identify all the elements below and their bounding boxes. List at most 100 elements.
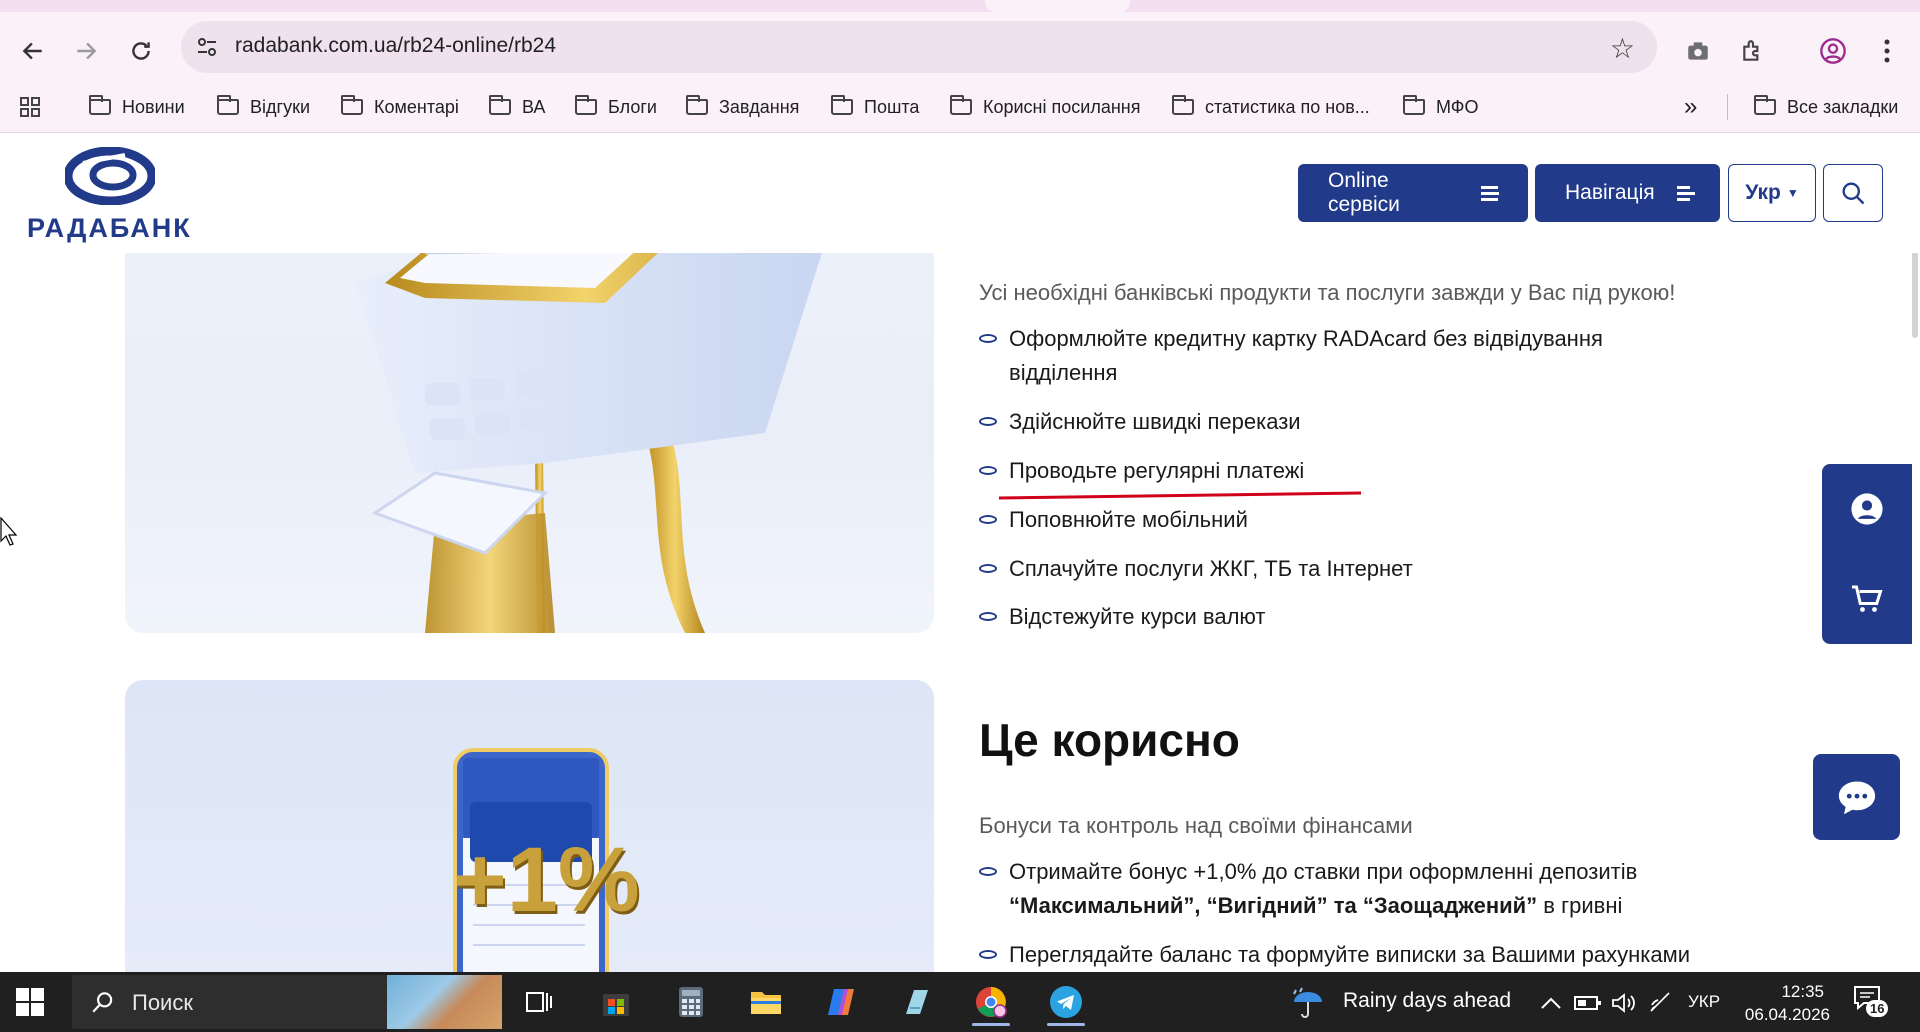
bookmark-folder[interactable]: ВА [489,94,545,120]
bookmark-folder[interactable]: Блоги [575,94,657,120]
folder-icon [1403,95,1425,115]
logo-text: РАДАБАНК [27,213,192,243]
notification-center-button[interactable]: 16 [1852,984,1896,1024]
screenshot-icon[interactable] [1681,34,1715,68]
folder-icon [751,992,781,1014]
chevron-up-icon[interactable] [1540,996,1562,1010]
reload-button[interactable] [122,32,160,70]
speaker-icon[interactable] [1610,991,1638,1015]
hamburger-icon [1676,185,1696,201]
battery-icon[interactable] [1574,993,1602,1013]
language-select[interactable]: Укр ▼ [1728,164,1816,222]
clock-time: 12:35 [1781,982,1824,1001]
bullet-icon [979,950,997,959]
web-page: +1% Усі необхідні банківські продукти та… [0,133,1920,972]
forward-button[interactable] [67,32,105,70]
folder-icon [341,95,363,115]
all-bookmarks-folder[interactable]: Все закладки [1754,94,1898,120]
task-view-button[interactable] [512,978,566,1026]
back-arrow-icon [22,42,42,60]
site-header: РАДАБАНК Online сервіси Навігація Укр ▼ [0,133,1920,253]
telegram-app[interactable] [1039,978,1093,1026]
radabank-logo[interactable]: РАДАБАНК [27,147,197,247]
bookmark-folder[interactable]: Коментарі [341,94,459,120]
chat-bubble-icon [1838,781,1875,815]
bookmark-folder[interactable]: МФО [1403,94,1478,120]
clock[interactable]: 12:35 06.04.2026 [1740,978,1836,1026]
folder-icon [831,95,853,115]
weather-widget-icon[interactable] [1288,978,1328,1026]
navigation-button[interactable]: Навігація [1535,164,1720,222]
site-info-icon[interactable] [195,35,219,59]
bookmark-folder[interactable]: статистика по нов... [1172,94,1370,120]
bookmark-folder[interactable]: Відгуки [217,94,310,120]
folder-icon [575,95,597,115]
apps-grid-icon[interactable] [18,94,42,120]
search-icon [92,992,113,1013]
bookmark-star-icon[interactable]: ☆ [1610,32,1635,65]
bookmarks-bar: Новини Відгуки Коментарі ВА Блоги Завдан… [0,82,1920,133]
bullet-icon [979,564,997,573]
url-text[interactable]: radabank.com.ua/rb24-online/rb24 [235,34,556,58]
address-bar[interactable]: radabank.com.ua/rb24-online/rb24 ☆ [181,21,1657,73]
bookmarks-separator [1727,94,1728,120]
menu-kebab-icon[interactable] [1870,34,1904,68]
caret-down-icon: ▼ [1786,186,1799,200]
extensions-icon[interactable] [1736,34,1770,68]
notification-count-badge: 16 [1866,1000,1889,1017]
floating-side-panel [1822,464,1912,644]
ms-store-app[interactable] [589,978,643,1026]
taskbar-search[interactable]: Поиск [72,975,502,1029]
site-search-button[interactable] [1823,164,1883,222]
bullet-icon [979,334,997,343]
feature-item: Здійснюйте швидкі перекази [979,405,1301,439]
user-account-button[interactable] [1822,464,1912,554]
bookmark-folder[interactable]: Завдання [686,94,799,120]
browser-toolbar: radabank.com.ua/rb24-online/rb24 ☆ [0,12,1920,82]
notes-icon [906,990,928,1014]
bookmark-folder[interactable]: Новини [89,94,185,120]
bonus-illustration: +1% [125,680,934,972]
folder-icon [89,95,111,115]
calculator-app[interactable] [664,978,718,1026]
folder-icon [686,95,708,115]
notes-app[interactable] [889,978,943,1026]
section1-subtitle: Усі необхідні банківські продукти та пос… [979,280,1676,305]
mouse-cursor-icon [0,517,18,546]
forward-arrow-icon [77,42,97,60]
more-bookmarks-button[interactable]: » [1684,93,1697,120]
chrome-app[interactable] [964,978,1018,1026]
chrome-icon [976,987,1007,1018]
feature-item: Відстежуйте курси валют [979,600,1266,634]
bookmark-folder[interactable]: Пошта [831,94,919,120]
search-highlight-image [387,975,502,1029]
scrollbar-thumb[interactable] [1912,248,1918,338]
bonus-percent-text: +1% [453,829,640,931]
telegram-icon [1050,986,1082,1018]
task-view-icon [526,992,552,1012]
chat-button[interactable] [1813,754,1900,840]
bullet-icon [979,515,997,524]
back-button[interactable] [14,32,52,70]
input-language[interactable]: УКР [1688,992,1720,1012]
profile-icon[interactable] [1816,34,1850,68]
section2-heading: Це корисно [979,714,1240,766]
hamburger-icon [1480,185,1500,201]
search-icon [1842,182,1865,205]
copilot-app[interactable] [814,978,868,1026]
feature-item: Переглядайте баланс та формуйте виписки … [979,938,1690,972]
windows-start-icon[interactable] [14,986,46,1018]
feature-item: Сплачуйте послуги ЖКГ, ТБ та Інтернет [979,552,1413,586]
cart-button[interactable] [1822,554,1912,644]
online-services-button[interactable]: Online сервіси [1298,164,1528,222]
clock-date: 06.04.2026 [1744,1005,1830,1024]
file-explorer-app[interactable] [739,978,793,1026]
reload-icon [132,42,150,60]
weather-text[interactable]: Rainy days ahead [1343,989,1511,1013]
active-tab[interactable] [985,0,1130,12]
feature-item: Оформлюйте кредитну картку RADAcard без … [979,322,1603,390]
bookmark-folder[interactable]: Корисні посилання [950,94,1140,120]
folder-icon [217,95,239,115]
windows-taskbar: Поиск Rainy days ahead УКР 12:35 06.04.2… [0,972,1920,1032]
wifi-icon[interactable] [1648,991,1674,1015]
